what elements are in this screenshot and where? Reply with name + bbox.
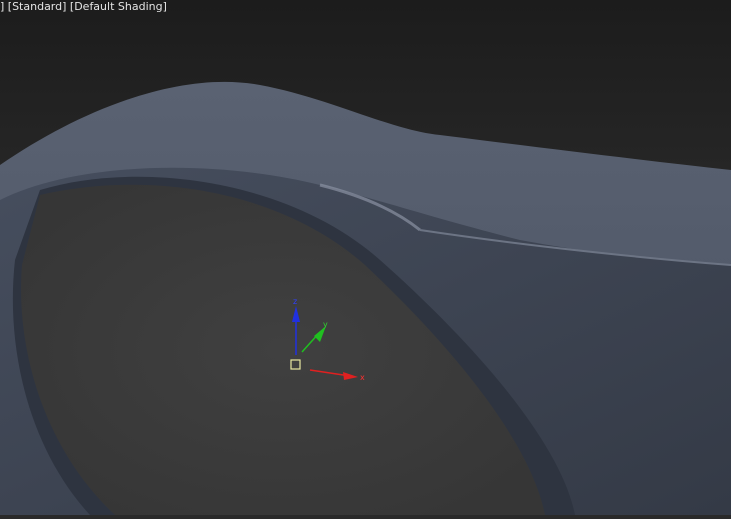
y-axis-label: y [323,320,328,329]
3d-viewport[interactable]: z y x ] [Standard] [Default Shading] [0,0,731,516]
viewport-label[interactable]: ] [Standard] [Default Shading] [0,0,167,13]
viewport-scene[interactable]: z y x [0,0,731,516]
z-axis-label: z [293,297,297,306]
x-axis-label: x [360,373,365,382]
